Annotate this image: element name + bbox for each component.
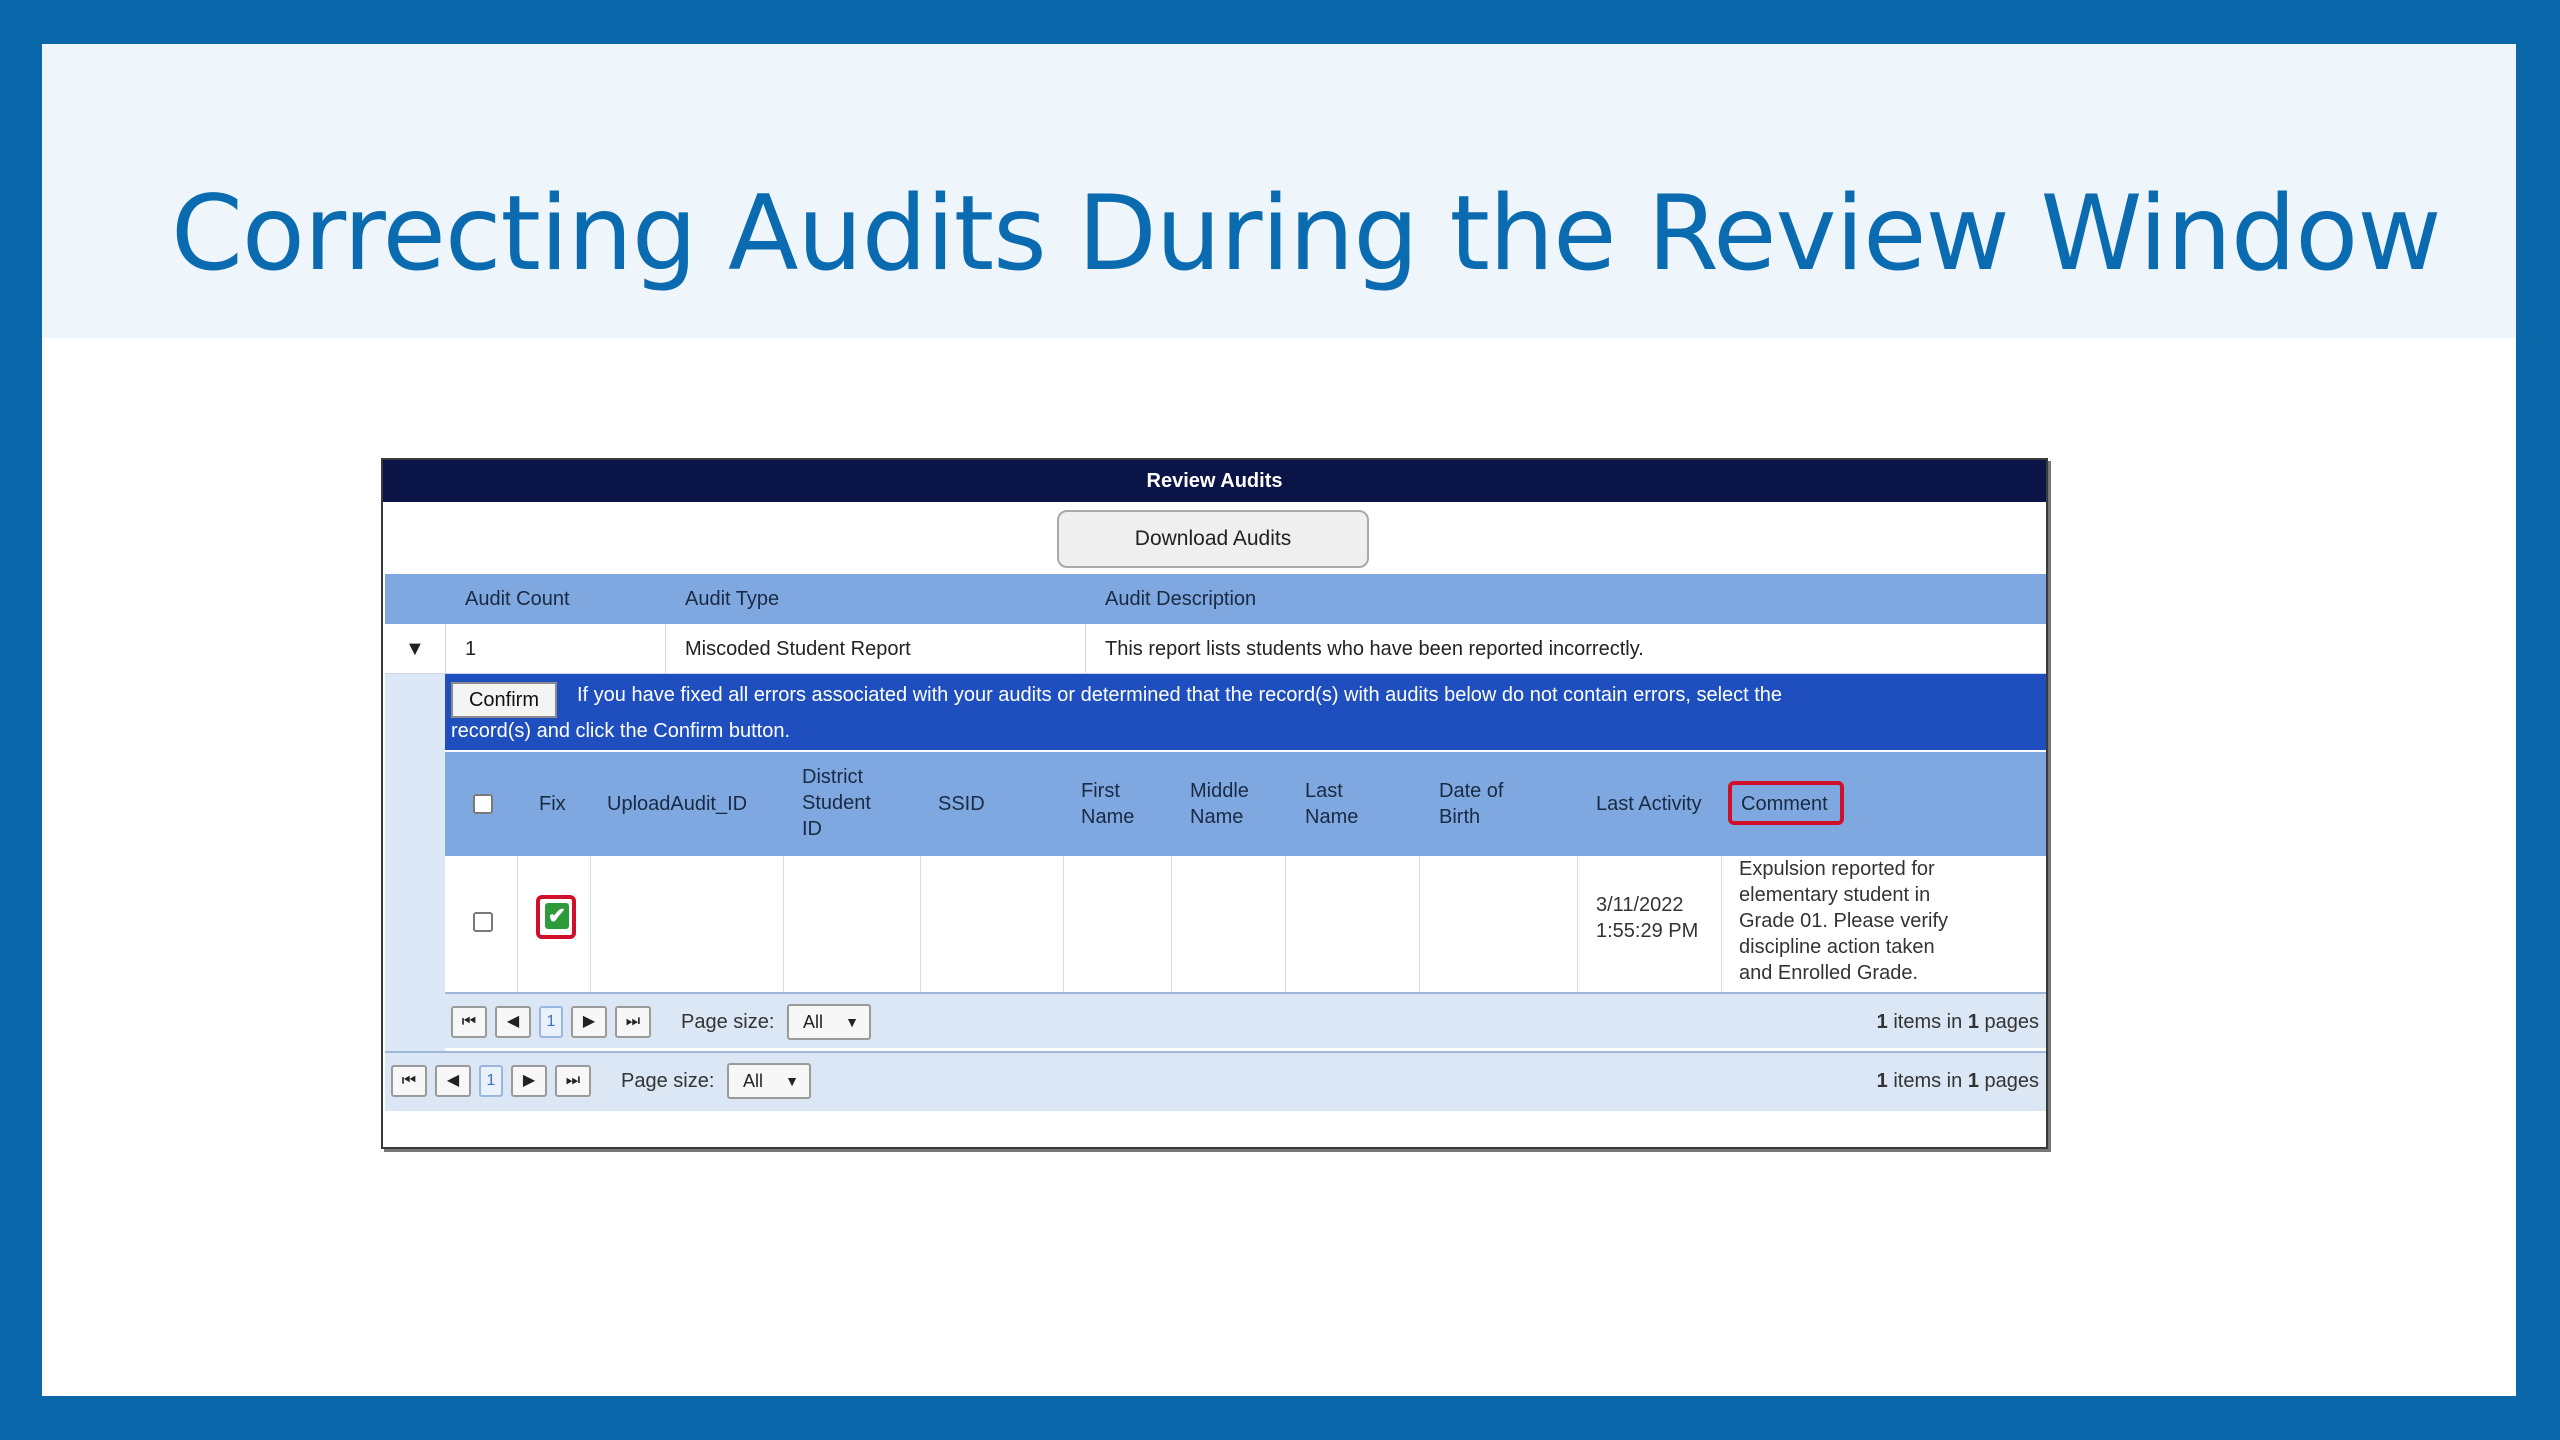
outer-pager: ⏮ ◀ 1 ▶ ⏭ Page size: All ▼ 1 items in 1 … <box>385 1051 2046 1111</box>
records-header: Fix UploadAudit_ID District Student ID S… <box>445 752 2046 856</box>
detail-table: Confirm If you have fixed all errors ass… <box>445 674 2046 1051</box>
confirm-message-line2: record(s) and click the Confirm button. <box>451 720 791 742</box>
fix-highlight-box[interactable]: ✔ <box>536 895 576 939</box>
first-page-icon[interactable]: ⏮ <box>391 1065 427 1097</box>
col-fix[interactable]: Fix <box>539 791 566 817</box>
page-size-label: Page size: <box>621 1070 715 1092</box>
dropdown-arrow-icon: ▼ <box>845 1014 859 1030</box>
pager-info: 1 items in 1 pages <box>1876 1011 2039 1033</box>
audit-description-cell: This report lists students who have been… <box>1105 638 1644 660</box>
last-page-icon[interactable]: ⏭ <box>555 1065 591 1097</box>
prev-page-icon[interactable]: ◀ <box>495 1006 531 1038</box>
select-all-checkbox[interactable] <box>473 794 493 814</box>
row-select-checkbox[interactable] <box>473 912 493 932</box>
confirm-bar: Confirm If you have fixed all errors ass… <box>445 674 2046 750</box>
page-size-label: Page size: <box>681 1011 775 1033</box>
col-date-of-birth[interactable]: Date of Birth <box>1439 778 1503 830</box>
dropdown-arrow-icon: ▼ <box>785 1073 799 1089</box>
col-audit-description[interactable]: Audit Description <box>1105 588 1256 611</box>
table-row[interactable]: ✔ 3/11/2022 1:55:29 PM Expulsion reporte… <box>445 856 2046 992</box>
detail-gutter <box>385 674 445 1051</box>
comment-cell: Expulsion reported for elementary studen… <box>1739 858 1948 984</box>
page-number-button[interactable]: 1 <box>479 1065 503 1097</box>
col-last-name[interactable]: Last Name <box>1305 778 1358 830</box>
page-size-select[interactable]: All ▼ <box>787 1004 871 1040</box>
page-size-select[interactable]: All ▼ <box>727 1063 811 1099</box>
last-page-icon[interactable]: ⏭ <box>615 1006 651 1038</box>
collapse-triangle-icon[interactable]: ▼ <box>405 638 425 661</box>
confirm-button[interactable]: Confirm <box>451 682 557 718</box>
audit-row[interactable]: ▼ 1 Miscoded Student Report This report … <box>385 624 2046 674</box>
slide: Correcting Audits During the Review Wind… <box>42 44 2516 1396</box>
next-page-icon[interactable]: ▶ <box>511 1065 547 1097</box>
last-activity-cell: 3/11/2022 1:55:29 PM <box>1596 894 1699 942</box>
panel-header: Review Audits <box>383 460 2046 502</box>
audit-type-cell: Miscoded Student Report <box>685 638 911 660</box>
col-ssid[interactable]: SSID <box>938 791 985 817</box>
comment-highlight-box <box>1728 781 1844 825</box>
slide-title: Correcting Audits During the Review Wind… <box>171 174 2442 294</box>
audit-count-cell: 1 <box>465 638 477 660</box>
col-first-name[interactable]: First Name <box>1081 778 1134 830</box>
col-audit-type[interactable]: Audit Type <box>685 588 779 611</box>
page-number-button[interactable]: 1 <box>539 1006 563 1038</box>
first-page-icon[interactable]: ⏮ <box>451 1006 487 1038</box>
confirm-message-line1: If you have fixed all errors associated … <box>577 684 1783 706</box>
audit-table-header: Audit Count Audit Type Audit Description <box>385 574 2046 624</box>
pager-info: 1 items in 1 pages <box>1876 1070 2039 1092</box>
col-audit-count[interactable]: Audit Count <box>465 588 570 611</box>
col-district-student-id[interactable]: District Student ID <box>802 764 871 842</box>
next-page-icon[interactable]: ▶ <box>571 1006 607 1038</box>
prev-page-icon[interactable]: ◀ <box>435 1065 471 1097</box>
review-audits-panel: Review Audits Download Audits Audit Coun… <box>381 458 2048 1149</box>
checkmark-icon[interactable]: ✔ <box>545 903 569 929</box>
inner-pager: ⏮ ◀ 1 ▶ ⏭ Page size: All ▼ 1 items in 1 … <box>445 992 2046 1048</box>
download-audits-button[interactable]: Download Audits <box>1057 510 1369 568</box>
col-upload-audit-id[interactable]: UploadAudit_ID <box>607 791 747 817</box>
col-last-activity[interactable]: Last Activity <box>1596 791 1702 817</box>
col-middle-name[interactable]: Middle Name <box>1190 778 1249 830</box>
